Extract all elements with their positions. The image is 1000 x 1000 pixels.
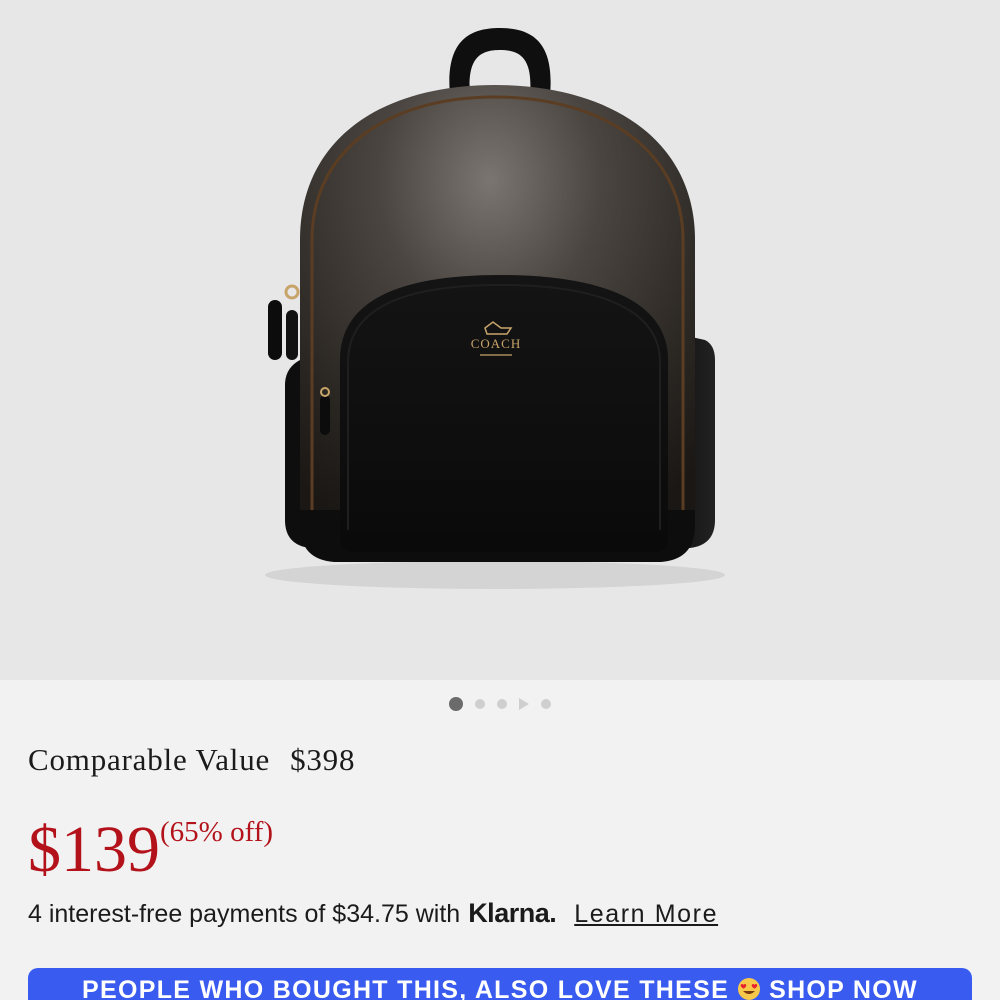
comparable-price: $398 bbox=[290, 742, 356, 777]
klarna-logo: Klarna. bbox=[468, 898, 557, 928]
pager-dot-active[interactable] bbox=[449, 697, 463, 711]
comparable-label: Comparable Value bbox=[28, 742, 271, 777]
image-pager[interactable] bbox=[0, 697, 1000, 711]
pager-dot[interactable] bbox=[497, 699, 507, 709]
banner-text: PEOPLE WHO BOUGHT THIS, ALSO LOVE THESE bbox=[82, 976, 730, 1000]
price-row: $139(65% off) bbox=[28, 810, 273, 890]
product-image: COACH bbox=[265, 28, 725, 589]
klarna-financing: 4 interest-free payments of $34.75 with … bbox=[28, 898, 718, 929]
discount-label: (65% off) bbox=[160, 816, 274, 848]
pager-dot[interactable] bbox=[541, 699, 551, 709]
video-play-icon[interactable] bbox=[519, 698, 529, 710]
heart-eyes-emoji-icon bbox=[738, 978, 761, 1000]
svg-text:COACH: COACH bbox=[471, 336, 522, 351]
learn-more-link[interactable]: Learn More bbox=[574, 900, 718, 929]
shop-now-cta: SHOP NOW bbox=[769, 976, 918, 1000]
sale-price: $139 bbox=[28, 813, 160, 886]
product-page: COACH Comparable Value $398 $139(65% off)… bbox=[0, 0, 1000, 1000]
pager-dot[interactable] bbox=[475, 699, 485, 709]
financing-text: 4 interest-free payments of $34.75 with bbox=[28, 900, 461, 928]
product-image-carousel[interactable]: COACH bbox=[0, 0, 1000, 680]
shop-now-banner[interactable]: PEOPLE WHO BOUGHT THIS, ALSO LOVE THESE … bbox=[28, 968, 972, 1000]
comparable-value: Comparable Value $398 bbox=[28, 742, 355, 778]
